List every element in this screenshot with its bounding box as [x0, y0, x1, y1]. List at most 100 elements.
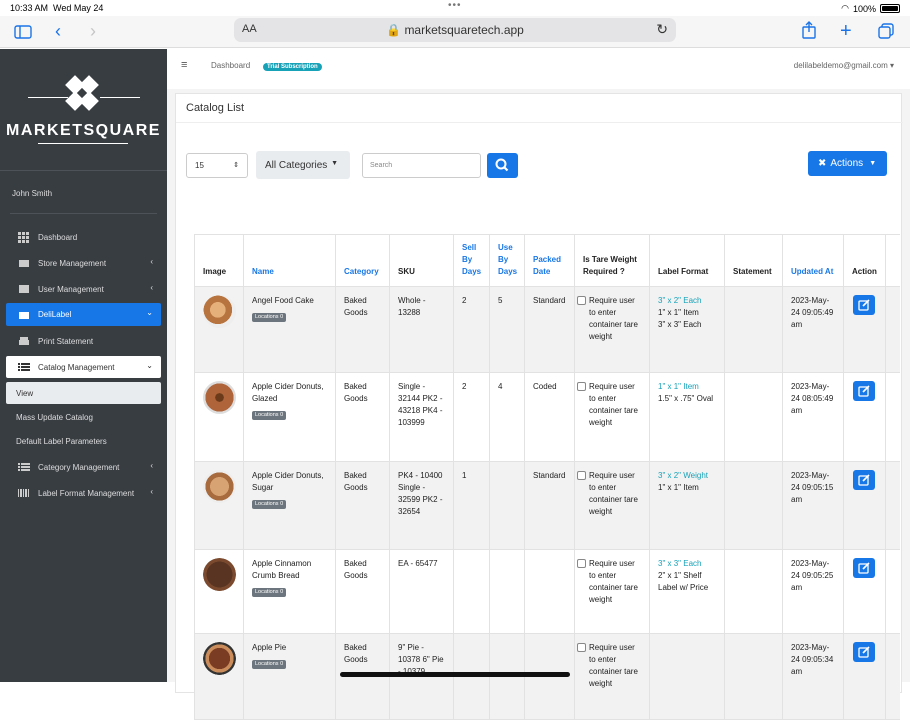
- sidebar-item-category-management[interactable]: Category Management ‹: [6, 456, 161, 478]
- col-header[interactable]: Packed Date: [525, 235, 575, 286]
- barcode-icon: [18, 488, 30, 498]
- url-text: 🔒 marketsquaretech.app: [386, 23, 524, 37]
- table-row: Apple Cider Donuts, Glazed Locations 0 Bak…: [194, 373, 900, 462]
- tare-weight-cell: Require user to enter container tare wei…: [575, 287, 650, 372]
- col-header[interactable]: Updated At: [783, 235, 844, 286]
- label-format-item[interactable]: 3" x 2" Each: [658, 295, 716, 307]
- statement-cell: [725, 287, 783, 372]
- label-format-item: 1.5" x .75" Oval: [658, 394, 714, 403]
- sidebar-item-label: Print Statement: [38, 336, 94, 346]
- locations-badge[interactable]: Locations 0: [252, 588, 287, 597]
- action-cell: [844, 373, 886, 461]
- back-icon[interactable]: ‹: [55, 20, 61, 42]
- new-tab-icon[interactable]: +: [840, 20, 852, 42]
- sell-by-cell: 1: [454, 462, 490, 549]
- address-bar[interactable]: AA 🔒 marketsquaretech.app ↻: [234, 18, 676, 42]
- sidebar-item-catalog-management[interactable]: Catalog Management ⌄: [6, 356, 161, 378]
- main-content: ≡ Dashboard Trial Subscription delilabel…: [167, 49, 910, 720]
- category-filter-dropdown[interactable]: All Categories ▼: [256, 151, 350, 179]
- tare-weight-checkbox[interactable]: [577, 296, 586, 306]
- tare-weight-checkbox[interactable]: [577, 559, 586, 569]
- tare-weight-cell: Require user to enter container tare wei…: [575, 550, 650, 633]
- table-row: Apple Pie Locations 0 Baked Goods 9" Pie - …: [194, 634, 900, 720]
- share-icon[interactable]: [802, 21, 816, 44]
- tare-weight-text: Require user to enter container tare wei…: [589, 559, 638, 604]
- status-right: ◠ 100%: [841, 3, 900, 14]
- col-header: Is Tare Weight Required ?: [575, 235, 650, 286]
- locations-badge[interactable]: Locations 0: [252, 411, 287, 420]
- edit-icon: [858, 474, 870, 486]
- search-input[interactable]: Search: [362, 153, 481, 178]
- sku-cell: EA - 65477: [390, 550, 454, 633]
- user-menu[interactable]: delilabeldemo@gmail.com ▾: [794, 61, 894, 70]
- col-header[interactable]: Name: [244, 235, 336, 286]
- tabs-overview-icon[interactable]: [878, 22, 894, 44]
- label-format-item[interactable]: 1" x 1" Item: [658, 381, 716, 393]
- chevron-left-icon: ‹: [150, 487, 153, 496]
- tare-weight-checkbox[interactable]: [577, 643, 586, 653]
- actions-dropdown-button[interactable]: ✖ Actions ▼: [808, 151, 887, 176]
- col-header: Label Format: [650, 235, 725, 286]
- sidebar-item-default-label-parameters[interactable]: Default Label Parameters: [6, 430, 161, 452]
- image-cell: [194, 462, 244, 549]
- label-format-item: 2" x 1" Shelf Label w/ Price: [658, 571, 709, 592]
- tare-weight-checkbox[interactable]: [577, 382, 586, 392]
- category-cell: Baked Goods: [336, 550, 390, 633]
- edit-button[interactable]: [853, 295, 875, 315]
- sidebar-item-delilabel[interactable]: DeliLabel ⌄: [6, 303, 161, 326]
- edit-icon: [858, 299, 870, 311]
- label-format-cell: 1" x 1" Item 1.5" x .75" Oval: [650, 373, 725, 461]
- tare-weight-text: Require user to enter container tare wei…: [589, 643, 638, 688]
- col-header[interactable]: Use By Days: [490, 235, 525, 286]
- breadcrumb[interactable]: Dashboard: [211, 61, 250, 70]
- sidebar-item-print-statement[interactable]: Print Statement: [6, 330, 161, 352]
- sidebar-item-view[interactable]: View: [6, 382, 161, 404]
- reload-icon[interactable]: ↻: [656, 21, 668, 38]
- sidebar-item-mass-update-catalog[interactable]: Mass Update Catalog: [6, 406, 161, 428]
- hamburger-icon[interactable]: ≡: [181, 59, 187, 71]
- battery-percent: 100%: [852, 3, 876, 14]
- edit-button[interactable]: [853, 381, 875, 401]
- table-row: Apple Cider Donuts, Sugar Locations 0 Bake…: [194, 462, 900, 550]
- product-thumbnail: [203, 381, 236, 414]
- forward-icon[interactable]: ›: [90, 20, 96, 42]
- sidebar-item-label: Label Format Management: [38, 488, 135, 498]
- sidebar-item-label-format-management[interactable]: Label Format Management ‹: [6, 482, 161, 504]
- page-size-select[interactable]: 15 ⇕: [186, 153, 248, 178]
- search-button[interactable]: [487, 153, 518, 178]
- edit-button[interactable]: [853, 470, 875, 490]
- sidebar-item-label: View: [16, 388, 34, 398]
- locations-badge[interactable]: Locations 0: [252, 313, 287, 322]
- product-thumbnail: [203, 295, 236, 328]
- edit-button[interactable]: [853, 642, 875, 662]
- image-cell: [194, 373, 244, 461]
- label-format-item[interactable]: 3" x 2" Weight: [658, 470, 716, 482]
- locations-badge[interactable]: Locations 0: [252, 660, 287, 669]
- user-name: John Smith: [12, 189, 53, 198]
- packed-date-cell: Coded: [525, 373, 575, 461]
- product-name: Apple Cider Donuts, Glazed: [252, 382, 324, 403]
- locations-badge[interactable]: Locations 0: [252, 500, 287, 509]
- sidebar-item-label: Default Label Parameters: [16, 436, 107, 446]
- catalog-card: Catalog List 15 ⇕ All Categories ▼ Searc…: [175, 93, 903, 720]
- use-by-cell: [490, 550, 525, 633]
- label-format-item[interactable]: 3" x 3" Each: [658, 558, 716, 570]
- statement-cell: [725, 462, 783, 549]
- sidebar-item-store-management[interactable]: Store Management ‹: [6, 252, 161, 274]
- updated-at-cell: 2023-May-24 09:05:25 am: [783, 550, 844, 633]
- chevron-down-icon: ⌄: [146, 308, 153, 317]
- edit-button[interactable]: [853, 558, 875, 578]
- col-header[interactable]: Category: [336, 235, 390, 286]
- sidebar-item-label: Store Management: [38, 258, 107, 268]
- col-header: SKU: [390, 235, 454, 286]
- sidebar-item-user-management[interactable]: User Management ‹: [6, 278, 161, 300]
- statement-cell: [725, 373, 783, 461]
- col-header: Image: [194, 235, 244, 286]
- col-header[interactable]: Sell By Days: [454, 235, 490, 286]
- sidebar-toggle-icon[interactable]: [14, 22, 32, 44]
- tare-weight-checkbox[interactable]: [577, 471, 586, 481]
- statement-cell: [725, 634, 783, 719]
- multitasking-dots-icon[interactable]: •••: [448, 0, 462, 11]
- sell-by-cell: 2: [454, 287, 490, 372]
- sidebar-item-dashboard[interactable]: Dashboard: [6, 226, 161, 248]
